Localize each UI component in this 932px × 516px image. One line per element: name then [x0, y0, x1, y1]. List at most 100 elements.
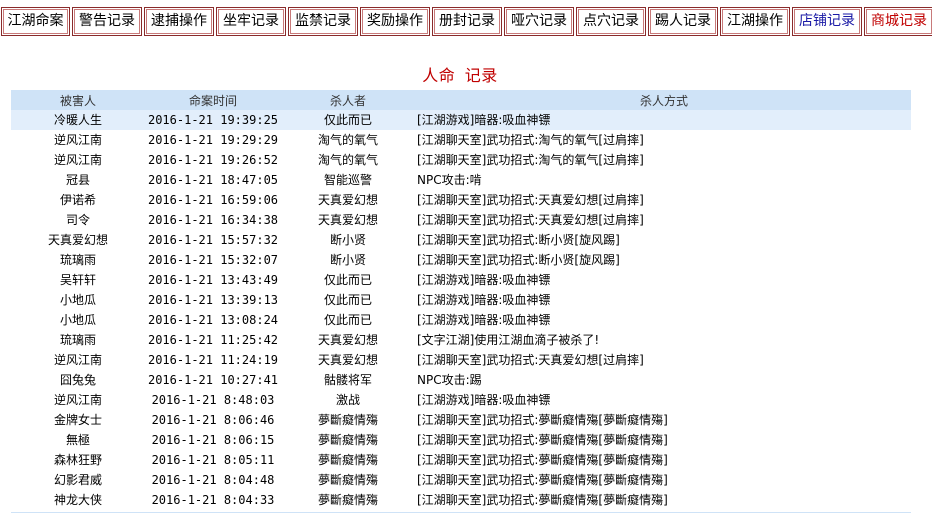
cell-method: NPC攻击:踢	[417, 373, 482, 387]
cell-killer: 天真爱幻想	[317, 353, 378, 367]
tab-6[interactable]: 册封记录	[432, 7, 502, 36]
cell-victim: 冠县	[65, 173, 90, 187]
table-row: 森林狂野 2016-1-21 8:05:11 夢斷癡情殤 [江湖聊天室]武功招式:夢斷…	[11, 450, 911, 470]
tab-10[interactable]: 江湖操作	[720, 7, 790, 36]
cell-killer: 淘气的氧气	[317, 133, 378, 147]
tab-11[interactable]: 店铺记录	[792, 7, 862, 36]
cell-method: [江湖聊天室]武功招式:夢斷癡情殤[夢斷癡情殤]	[417, 413, 668, 427]
cell-victim: 金牌女士	[53, 413, 102, 427]
cell-victim: 琉璃雨	[59, 253, 96, 267]
tab-9[interactable]: 踢人记录	[648, 7, 718, 36]
cell-victim: 囧兔兔	[59, 373, 96, 387]
cell-killer: 仅此而已	[323, 313, 372, 327]
cell-killer: 仅此而已	[323, 273, 372, 287]
cell-killer: 断小贤	[329, 253, 366, 267]
cell-killer: 天真爱幻想	[317, 193, 378, 207]
table-row: 神龙大侠 2016-1-21 8:04:33 夢斷癡情殤 [江湖聊天室]武功招式:夢斷…	[11, 490, 911, 510]
cell-killer: 夢斷癡情殤	[317, 473, 378, 487]
tab-5[interactable]: 奖励操作	[360, 7, 430, 36]
cell-time: 2016-1-21 8:04:33	[151, 493, 275, 507]
cell-killer: 激战	[335, 393, 360, 407]
cell-time: 2016-1-21 19:39:25	[145, 110, 281, 130]
cell-method: [江湖聊天室]武功招式:夢斷癡情殤[夢斷癡情殤]	[417, 453, 668, 467]
column-header-victim: 被害人	[11, 90, 145, 110]
cell-method: [江湖游戏]暗器:吸血神镖	[417, 293, 551, 307]
tab-8[interactable]: 点穴记录	[576, 7, 646, 36]
cell-time: 2016-1-21 10:27:41	[147, 373, 279, 387]
tab-4[interactable]: 监禁记录	[288, 7, 358, 36]
table-row: 吴轩轩 2016-1-21 13:43:49 仅此而已 [江湖游戏]暗器:吸血神镖	[11, 270, 911, 290]
cell-time: 2016-1-21 8:04:48	[151, 473, 275, 487]
table-row: 琉璃雨 2016-1-21 15:32:07 断小贤 [江湖聊天室]武功招式:断小贤[…	[11, 250, 911, 270]
cell-time: 2016-1-21 11:25:42	[147, 333, 279, 347]
cell-method: [江湖聊天室]武功招式:夢斷癡情殤[夢斷癡情殤]	[417, 433, 668, 447]
record-tab-bar: 江湖命案 警告记录 逮捕操作 坐牢记录 监禁记录 奖励操作 册封记录 哑穴记录 点穴记录 踢人记录…	[1, 7, 932, 36]
cell-killer: 天真爱幻想	[317, 333, 378, 347]
tab-3[interactable]: 坐牢记录	[216, 7, 286, 36]
cell-method: [江湖聊天室]武功招式:断小贤[旋风踢]	[417, 233, 620, 247]
tab-2[interactable]: 逮捕操作	[144, 7, 214, 36]
table-row: 無極 2016-1-21 8:06:15 夢斷癡情殤 [江湖聊天室]武功招式:夢斷癡情…	[11, 430, 911, 450]
table-header-row: 被害人 命案时间 杀人者 杀人方式	[11, 90, 911, 110]
cell-victim: 逆风江南	[53, 353, 102, 367]
cell-method: [江湖聊天室]武功招式:淘气的氧气[过肩摔]	[417, 153, 644, 167]
column-header-method: 杀人方式	[415, 90, 911, 110]
cell-killer: 夢斷癡情殤	[317, 453, 378, 467]
cell-time: 2016-1-21 19:26:52	[147, 153, 279, 167]
cell-victim: 天真爱幻想	[47, 233, 108, 247]
cell-killer: 仅此而已	[281, 110, 415, 130]
cell-killer: 骷髅将军	[323, 373, 372, 387]
cell-method: [江湖聊天室]武功招式:天真爱幻想[过肩摔]	[417, 193, 644, 207]
cell-time: 2016-1-21 8:05:11	[151, 453, 275, 467]
cell-victim: 伊诺希	[59, 193, 96, 207]
cell-method: [江湖聊天室]武功招式:天真爱幻想[过肩摔]	[417, 213, 644, 227]
cell-victim: 逆风江南	[53, 153, 102, 167]
cell-method: [江湖游戏]暗器:吸血神镖	[417, 273, 551, 287]
cell-method: [文字江湖]使用江湖血滴子被杀了!	[417, 333, 600, 347]
cell-time: 2016-1-21 15:57:32	[147, 233, 279, 247]
table-row: 逆风江南 2016-1-21 11:24:19 天真爱幻想 [江湖聊天室]武功招式:天…	[11, 350, 911, 370]
table-body: 冷暖人生 2016-1-21 19:39:25 仅此而已 [江湖游戏]暗器:吸血神镖逆…	[11, 110, 911, 510]
tab-7[interactable]: 哑穴记录	[504, 7, 574, 36]
table-row: 冷暖人生 2016-1-21 19:39:25 仅此而已 [江湖游戏]暗器:吸血神镖	[11, 110, 911, 130]
cell-killer: 天真爱幻想	[317, 213, 378, 227]
cell-victim: 森林狂野	[53, 453, 102, 467]
homicide-records-table: 被害人 命案时间 杀人者 杀人方式 冷暖人生 2016-1-21 19:39:25…	[11, 90, 911, 510]
table-row: 金牌女士 2016-1-21 8:06:46 夢斷癡情殤 [江湖聊天室]武功招式:夢斷…	[11, 410, 911, 430]
table-row: 小地瓜 2016-1-21 13:08:24 仅此而已 [江湖游戏]暗器:吸血神镖	[11, 310, 911, 330]
table-row: 逆风江南 2016-1-21 19:29:29 淘气的氧气 [江湖聊天室]武功招式:淘…	[11, 130, 911, 150]
table-row: 逆风江南 2016-1-21 8:48:03 激战 [江湖游戏]暗器:吸血神镖	[11, 390, 911, 410]
cell-victim: 神龙大侠	[53, 493, 102, 507]
cell-victim: 琉璃雨	[59, 333, 96, 347]
cell-time: 2016-1-21 13:43:49	[147, 273, 279, 287]
cell-time: 2016-1-21 19:29:29	[147, 133, 279, 147]
column-header-time: 命案时间	[145, 90, 281, 110]
cell-victim: 司令	[65, 213, 90, 227]
cell-time: 2016-1-21 16:59:06	[147, 193, 279, 207]
table-row: 司令 2016-1-21 16:34:38 天真爱幻想 [江湖聊天室]武功招式:天真爱…	[11, 210, 911, 230]
cell-time: 2016-1-21 8:06:46	[151, 413, 275, 427]
cell-victim: 冷暖人生	[11, 110, 145, 130]
tab-0[interactable]: 江湖命案	[1, 7, 70, 36]
cell-killer: 夢斷癡情殤	[317, 433, 378, 447]
cell-time: 2016-1-21 16:34:38	[147, 213, 279, 227]
table-row: 天真爱幻想 2016-1-21 15:57:32 断小贤 [江湖聊天室]武功招式:断小…	[11, 230, 911, 250]
cell-victim: 吴轩轩	[59, 273, 96, 287]
cell-victim: 無極	[65, 433, 90, 447]
cell-time: 2016-1-21 8:06:15	[151, 433, 275, 447]
table-row: 冠县 2016-1-21 18:47:05 智能巡警 NPC攻击:啃	[11, 170, 911, 190]
cell-killer: 夢斷癡情殤	[317, 413, 378, 427]
cell-method: [江湖游戏]暗器:吸血神镖	[417, 313, 551, 327]
cell-method: [江湖聊天室]武功招式:夢斷癡情殤[夢斷癡情殤]	[417, 473, 668, 487]
tab-1[interactable]: 警告记录	[72, 7, 142, 36]
page-title: 人命 记录	[422, 66, 498, 85]
cell-killer: 智能巡警	[323, 173, 372, 187]
cell-killer: 夢斷癡情殤	[317, 493, 378, 507]
cell-time: 2016-1-21 11:24:19	[147, 353, 279, 367]
cell-victim: 逆风江南	[53, 133, 102, 147]
tab-12[interactable]: 商城记录	[864, 7, 932, 36]
cell-time: 2016-1-21 15:32:07	[147, 253, 279, 267]
table-row: 幻影君威 2016-1-21 8:04:48 夢斷癡情殤 [江湖聊天室]武功招式:夢斷…	[11, 470, 911, 490]
cell-victim: 幻影君威	[53, 473, 102, 487]
cell-method: [江湖聊天室]武功招式:天真爱幻想[过肩摔]	[417, 353, 644, 367]
